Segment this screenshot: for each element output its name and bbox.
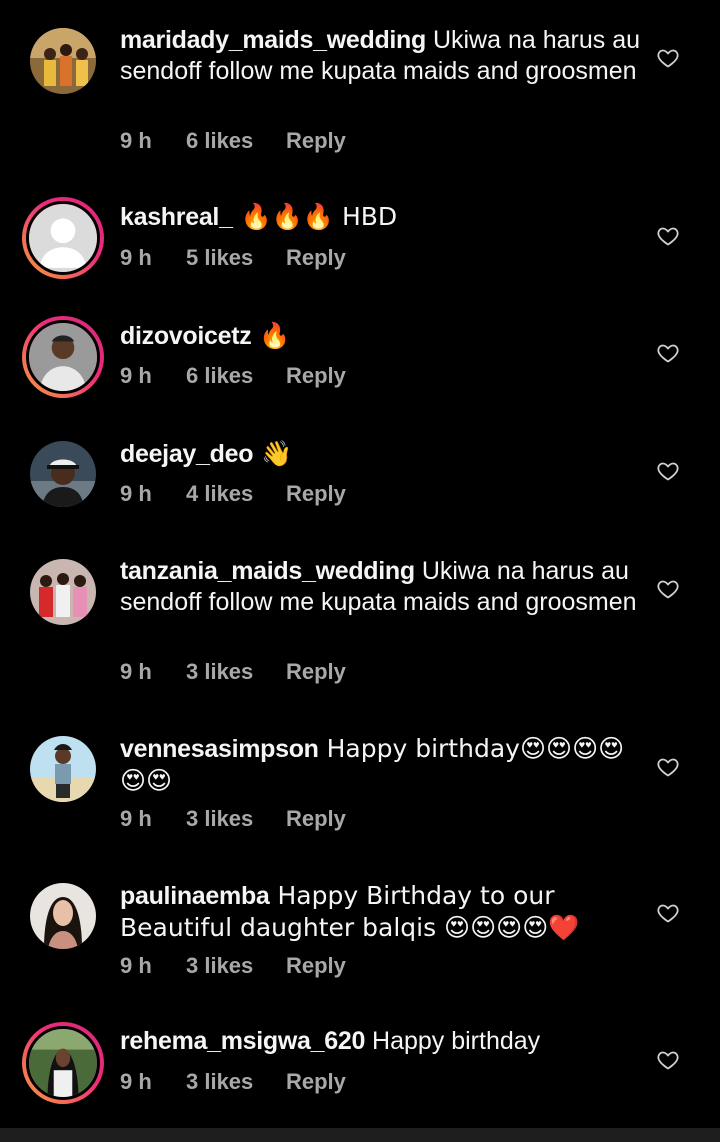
comment-body: 🔥: [251, 321, 291, 350]
avatar[interactable]: [22, 316, 104, 398]
comment-meta: 9 h 5 likes Reply: [120, 245, 346, 271]
heart-icon[interactable]: [656, 901, 680, 925]
comment-username[interactable]: tanzania_maids_wedding: [120, 557, 415, 585]
comment-text: maridady_maids_wedding Ukiwa na harus au…: [120, 25, 640, 87]
avatar-image: [30, 559, 96, 625]
comment-time: 9 h: [120, 128, 152, 153]
avatar[interactable]: [30, 559, 96, 625]
comment-likes[interactable]: 4 likes: [186, 481, 286, 507]
avatar[interactable]: [22, 1022, 104, 1104]
avatar-image: [29, 323, 97, 391]
reply-button[interactable]: Reply: [286, 363, 346, 389]
heart-icon[interactable]: [656, 46, 680, 70]
avatar[interactable]: [30, 28, 96, 94]
comment-username[interactable]: deejay_deo: [120, 440, 253, 468]
comment-meta: 9 h 6 likes Reply: [120, 128, 346, 154]
comment-text: deejay_deo 👋: [120, 438, 640, 470]
avatar[interactable]: [30, 736, 96, 802]
avatar-image: [30, 441, 96, 507]
avatar-image: [30, 28, 96, 94]
heart-icon[interactable]: [656, 577, 680, 601]
comment-meta: 9 h 6 likes Reply: [120, 363, 346, 389]
comment-username[interactable]: vennesasimpson: [120, 735, 319, 763]
reply-button[interactable]: Reply: [286, 245, 346, 271]
comment-text: paulinaemba Happy Birthday to our Beauti…: [120, 880, 640, 944]
avatar[interactable]: [30, 441, 96, 507]
comment-meta: 9 h 3 likes Reply: [120, 806, 346, 832]
avatar[interactable]: [22, 197, 104, 279]
comment-time: 9 h: [120, 659, 152, 684]
comment-time: 9 h: [120, 1069, 152, 1094]
comment-meta: 9 h 3 likes Reply: [120, 953, 346, 979]
comment-time: 9 h: [120, 363, 152, 388]
avatar-image: [29, 204, 97, 272]
comment-likes[interactable]: 6 likes: [186, 363, 286, 389]
comment-likes[interactable]: 3 likes: [186, 659, 286, 685]
comment-text: tanzania_maids_wedding Ukiwa na harus au…: [120, 556, 640, 618]
comment-text: rehema_msigwa_620 Happy birthday: [120, 1026, 640, 1057]
heart-icon[interactable]: [656, 755, 680, 779]
avatar[interactable]: [30, 883, 96, 949]
comment-likes[interactable]: 3 likes: [186, 806, 286, 832]
comment-likes[interactable]: 3 likes: [186, 1069, 286, 1095]
comment-text: dizovoicetz 🔥: [120, 320, 640, 352]
comment-likes[interactable]: 5 likes: [186, 245, 286, 271]
avatar-image: [29, 1029, 97, 1097]
heart-icon[interactable]: [656, 459, 680, 483]
heart-icon[interactable]: [656, 341, 680, 365]
comment-body: Happy birthday: [365, 1027, 541, 1055]
comment-text: kashreal_ 🔥🔥🔥 HBD: [120, 201, 640, 233]
comment-meta: 9 h 4 likes Reply: [120, 481, 346, 507]
reply-button[interactable]: Reply: [286, 806, 346, 832]
comment-time: 9 h: [120, 481, 152, 506]
heart-icon[interactable]: [656, 224, 680, 248]
comment-body: 🔥🔥🔥 HBD: [232, 202, 398, 231]
reply-button[interactable]: Reply: [286, 1069, 346, 1095]
comment-likes[interactable]: 6 likes: [186, 128, 286, 154]
comment-username[interactable]: paulinaemba: [120, 882, 270, 910]
avatar-image: [30, 736, 96, 802]
comment-meta: 9 h 3 likes Reply: [120, 1069, 346, 1095]
comment-username[interactable]: kashreal_: [120, 203, 233, 231]
comment-time: 9 h: [120, 245, 152, 270]
reply-button[interactable]: Reply: [286, 128, 346, 154]
comment-body: 👋: [253, 439, 293, 468]
comment-likes[interactable]: 3 likes: [186, 953, 286, 979]
reply-button[interactable]: Reply: [286, 481, 346, 507]
comment-time: 9 h: [120, 806, 152, 831]
reply-button[interactable]: Reply: [286, 659, 346, 685]
comment-username[interactable]: dizovoicetz: [120, 322, 252, 350]
avatar-image: [30, 883, 96, 949]
comment-text: vennesasimpson Happy birthday😍😍😍😍😍😍: [120, 733, 640, 797]
reply-button[interactable]: Reply: [286, 953, 346, 979]
comment-meta: 9 h 3 likes Reply: [120, 659, 346, 685]
comment-username[interactable]: rehema_msigwa_620: [120, 1027, 365, 1055]
comment-time: 9 h: [120, 953, 152, 978]
comment-username[interactable]: maridady_maids_wedding: [120, 26, 426, 54]
heart-icon[interactable]: [656, 1048, 680, 1072]
bottom-bar: [0, 1128, 720, 1142]
